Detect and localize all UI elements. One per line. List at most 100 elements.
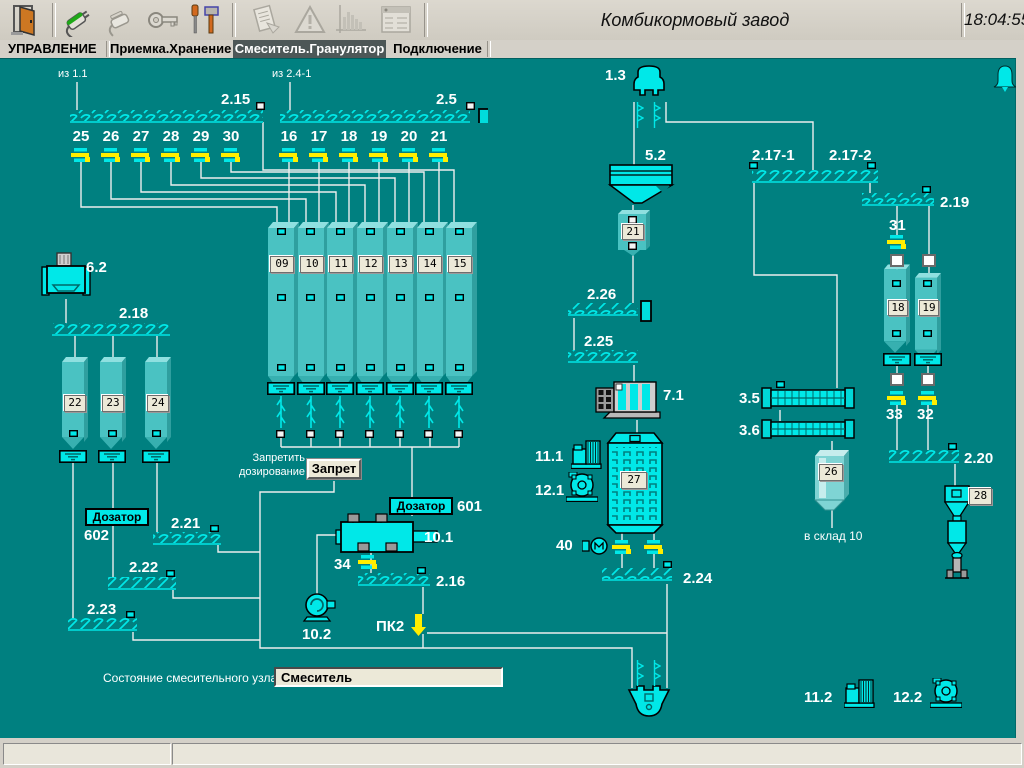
conveyor-label: 2.22 xyxy=(129,559,158,576)
machine-label: 10.1 xyxy=(424,529,453,546)
alarm-log-icon xyxy=(292,3,328,37)
valve-label: 32 xyxy=(917,406,934,423)
elevator-leg xyxy=(655,102,661,128)
report-icon xyxy=(248,3,284,37)
elevator-boot[interactable] xyxy=(629,686,669,716)
conveyor-label: 2.15 xyxy=(221,91,250,108)
fan-10.2[interactable] xyxy=(304,594,335,621)
conveyor-2.18 xyxy=(52,323,170,335)
crusher-6.2[interactable] xyxy=(42,253,90,295)
connect-plug-icon[interactable] xyxy=(60,3,96,37)
elevator-head-1.3[interactable] xyxy=(634,66,664,95)
exit-door-icon[interactable] xyxy=(8,3,44,37)
outlet-number: 27 xyxy=(129,128,153,145)
bin-number: 23 xyxy=(102,395,124,412)
conveyor-label: 2.26 xyxy=(587,286,616,303)
bin-number: 11 xyxy=(329,256,353,273)
conveyor-label: 2.17-2 xyxy=(829,147,872,164)
motor-2.5 xyxy=(479,109,489,129)
trends-icon xyxy=(333,3,369,37)
machine-label: 1.3 xyxy=(605,67,626,84)
menu-control[interactable]: УПРАВЛЕНИЕ xyxy=(8,40,104,58)
conveyor-label: 2.20 xyxy=(964,450,993,467)
machine-label: 6.2 xyxy=(86,259,107,276)
outlet-number: 28 xyxy=(159,128,183,145)
status-panel-right xyxy=(172,743,1022,765)
conveyor-2.17 xyxy=(752,170,878,182)
tab-connection[interactable]: Подключение xyxy=(390,40,485,58)
valve-label: 33 xyxy=(886,406,903,423)
inhibit-text: Запретить xyxy=(233,452,305,464)
key-icon[interactable] xyxy=(145,3,181,37)
conveyor-2.5 xyxy=(280,110,470,122)
conveyor-2.25 xyxy=(568,350,638,362)
outlet-number: 20 xyxy=(397,128,421,145)
conveyor-2.24 xyxy=(602,568,672,580)
clock: 18:04:55 xyxy=(964,0,1022,40)
dosing-bins-09-15[interactable] xyxy=(268,222,477,384)
machine-label: 7.1 xyxy=(663,387,684,404)
inhibit-button[interactable]: Запрет xyxy=(307,459,361,479)
machine-label: 5.2 xyxy=(645,147,666,164)
doser-mixer-10.1[interactable] xyxy=(336,514,437,552)
toolbar-separator xyxy=(52,3,56,37)
outlet-number: 16 xyxy=(277,128,301,145)
outlet-number: 19 xyxy=(367,128,391,145)
granulator-28[interactable] xyxy=(945,486,969,578)
pump-12.2[interactable] xyxy=(930,678,962,708)
tab-reception-storage[interactable]: Приемка.Хранение xyxy=(110,40,230,58)
motor-11.2[interactable] xyxy=(844,680,874,708)
conveyor-label: 2.5 xyxy=(436,91,457,108)
machine-label: 3.5 xyxy=(739,390,760,407)
machine-number: 28 xyxy=(969,488,992,505)
status-panel-left xyxy=(3,743,171,765)
bin-feeders xyxy=(60,354,941,462)
conveyor-2.26 xyxy=(568,303,638,315)
doser-id: 601 xyxy=(457,498,482,515)
machine-label: 11.2 xyxy=(804,689,832,706)
doser-601-button[interactable]: Дозатор xyxy=(389,497,453,515)
conveyor-label: 2.23 xyxy=(87,601,116,618)
machine-label: 11.1 xyxy=(535,448,563,465)
pk2-label: ПК2 xyxy=(376,618,404,635)
motor-40[interactable] xyxy=(582,538,607,554)
conveyor-2.16 xyxy=(358,573,430,585)
mixer-state-label: Состояние смесительного узла xyxy=(103,671,277,685)
separator-5.2[interactable] xyxy=(610,165,672,203)
elevator-leg xyxy=(638,102,644,128)
outlet-number: 29 xyxy=(189,128,213,145)
bin-augers xyxy=(277,396,463,428)
alarm-bell-icon[interactable] xyxy=(994,66,1016,92)
tab-mixer-granulator[interactable]: Смеситель.Гранулятор xyxy=(233,40,386,58)
elevator-leg xyxy=(638,660,644,686)
outlet-number: 21 xyxy=(427,128,451,145)
inhibit-text: дозирование xyxy=(233,466,305,478)
pk2-arrow xyxy=(411,614,426,636)
tab-bar: УПРАВЛЕНИЕ Приемка.Хранение Смеситель.Гр… xyxy=(0,40,1024,58)
tools-icon[interactable] xyxy=(187,3,223,37)
conveyor-label: 2.25 xyxy=(584,333,613,350)
conveyor-2.19 xyxy=(862,193,934,205)
toolbar: Комбикормовый завод 18:04:55 xyxy=(0,0,1024,41)
mixer-drive-7.1[interactable] xyxy=(596,382,660,418)
doser-602-button[interactable]: Дозатор xyxy=(85,508,149,526)
bin-number: 15 xyxy=(448,256,472,273)
motor-11.1[interactable] xyxy=(571,441,601,469)
disconnect-plug-icon[interactable] xyxy=(103,3,139,37)
conveyor-label: 2.19 xyxy=(940,194,969,211)
conveyor-label: 2.17-1 xyxy=(752,147,795,164)
conveyor-2.22 xyxy=(108,577,176,589)
pump-12.1[interactable] xyxy=(566,472,598,502)
valve-label: 40 xyxy=(556,537,573,554)
machine-label: 3.6 xyxy=(739,422,760,439)
machine-label: 12.1 xyxy=(535,482,564,499)
slide-gates[interactable] xyxy=(71,148,937,569)
press-3.5[interactable] xyxy=(762,388,854,408)
mixer-state-field: Смеситель xyxy=(274,667,503,687)
bin-number: 14 xyxy=(418,256,442,273)
cooler-3.6[interactable] xyxy=(762,420,854,438)
screw-conveyors[interactable] xyxy=(52,110,959,630)
elevator-leg xyxy=(655,660,661,686)
outlet-number: 30 xyxy=(219,128,243,145)
source-label: из 1.1 xyxy=(58,68,88,80)
